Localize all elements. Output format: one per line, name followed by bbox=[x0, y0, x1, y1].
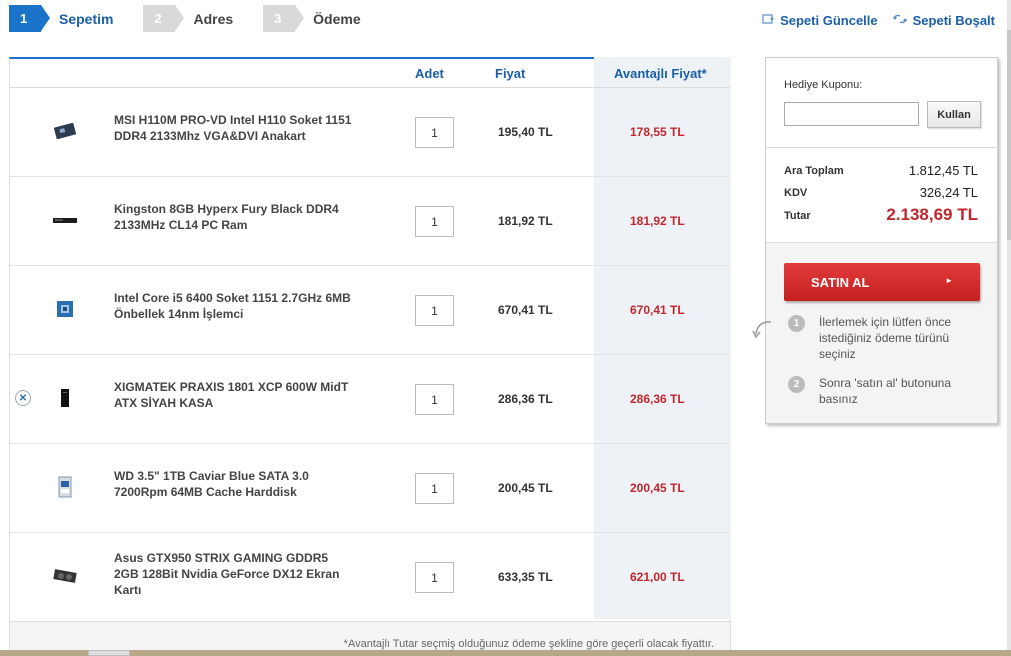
hint-number: 2 bbox=[788, 376, 805, 393]
hint-number: 1 bbox=[788, 315, 805, 332]
quantity-input[interactable] bbox=[415, 562, 454, 593]
subtotal-value: 1.812,45 TL bbox=[908, 163, 978, 178]
product-advantage-price: 670,41 TL bbox=[630, 303, 685, 317]
coupon-label: Hediye Kuponu: bbox=[784, 79, 863, 91]
cart-actions: Sepeti Güncelle Sepeti Boşalt bbox=[762, 13, 995, 28]
graphics-card-icon bbox=[52, 563, 78, 589]
product-name[interactable]: Intel Core i5 6400 Soket 1151 2.7GHz 6MB… bbox=[114, 290, 354, 322]
step-label-payment: Ödeme bbox=[313, 10, 361, 27]
product-price: 200,45 TL bbox=[498, 481, 553, 495]
hint-text: İlerlemek için lütfen önce istediğiniz ö… bbox=[819, 315, 952, 361]
step-address[interactable]: 2 Adres bbox=[143, 5, 233, 32]
step-label-address: Adres bbox=[193, 10, 234, 27]
refresh-icon bbox=[762, 13, 775, 28]
header-price: Fiyat bbox=[495, 66, 526, 81]
empty-cart-icon bbox=[892, 13, 908, 28]
buy-button[interactable]: SATIN AL ► bbox=[784, 263, 980, 301]
empty-cart-link[interactable]: Sepeti Boşalt bbox=[892, 13, 995, 28]
product-name[interactable]: Asus GTX950 STRIX GAMING GDDR5 2GB 128Bi… bbox=[114, 550, 354, 598]
step-number-3: 3 bbox=[263, 5, 305, 32]
bottom-tab[interactable] bbox=[88, 650, 130, 656]
product-advantage-price: 286,36 TL bbox=[630, 392, 685, 406]
curved-arrow-icon bbox=[752, 318, 774, 345]
cart-header: Adet Fiyat Avantajlı Fiyat* bbox=[10, 59, 730, 88]
product-price: 195,40 TL bbox=[498, 125, 553, 139]
table-row: Intel Core i5 6400 Soket 1151 2.7GHz 6MB… bbox=[10, 266, 730, 355]
quantity-input[interactable] bbox=[415, 473, 454, 504]
footnote-text: *Avantajlı Tutar seçmiş olduğunuz ödeme … bbox=[343, 638, 714, 650]
hint-step-2: 2 Sonra 'satın al' butonuna basınız bbox=[788, 375, 978, 407]
step-cart[interactable]: 1 Sepetim bbox=[9, 5, 113, 32]
product-price: 670,41 TL bbox=[498, 303, 553, 317]
subtotal-label: Ara Toplam bbox=[784, 165, 844, 177]
remove-item-button[interactable]: ✕ bbox=[15, 390, 31, 406]
product-name[interactable]: WD 3.5" 1TB Caviar Blue SATA 3.0 7200Rpm… bbox=[114, 468, 354, 500]
header-advantage-price: Avantajlı Fiyat* bbox=[614, 66, 707, 81]
tax-value: 326,24 TL bbox=[919, 185, 978, 200]
quantity-input[interactable] bbox=[415, 206, 454, 237]
ram-icon bbox=[52, 207, 78, 233]
tax-label: KDV bbox=[784, 187, 808, 199]
table-row: MSI H110M PRO-VD Intel H110 Soket 1151 D… bbox=[10, 88, 730, 177]
apply-coupon-button[interactable]: Kullan bbox=[927, 101, 981, 128]
quantity-input[interactable] bbox=[415, 295, 454, 326]
product-name[interactable]: XIGMATEK PRAXIS 1801 XCP 600W MidT ATX S… bbox=[114, 379, 354, 411]
quantity-input[interactable] bbox=[415, 117, 454, 148]
product-advantage-price: 181,92 TL bbox=[630, 214, 685, 228]
header-qty: Adet bbox=[415, 66, 444, 81]
total-value: 2.138,69 TL bbox=[886, 205, 978, 224]
bottom-bar bbox=[0, 650, 1011, 656]
quantity-input[interactable] bbox=[415, 384, 454, 415]
case-icon bbox=[52, 385, 78, 411]
play-arrow-icon: ► bbox=[945, 276, 953, 285]
buy-button-label: SATIN AL bbox=[811, 275, 870, 290]
harddisk-icon bbox=[52, 474, 78, 500]
step-number-2: 2 bbox=[143, 5, 185, 32]
table-row: ✕ XIGMATEK PRAXIS 1801 XCP 600W MidT ATX… bbox=[10, 355, 730, 444]
cpu-icon bbox=[52, 296, 78, 322]
hint-step-1: 1 İlerlemek için lütfen önce istediğiniz… bbox=[788, 314, 978, 362]
divider bbox=[766, 147, 997, 148]
product-price: 633,35 TL bbox=[498, 570, 553, 584]
step-payment[interactable]: 3 Ödeme bbox=[263, 5, 361, 32]
table-row: Kingston 8GB Hyperx Fury Black DDR4 2133… bbox=[10, 177, 730, 266]
divider bbox=[766, 242, 997, 243]
update-cart-label: Sepeti Güncelle bbox=[780, 13, 878, 28]
product-name[interactable]: MSI H110M PRO-VD Intel H110 Soket 1151 D… bbox=[114, 112, 354, 144]
total-label: Tutar bbox=[784, 210, 811, 222]
motherboard-icon bbox=[52, 118, 78, 144]
update-cart-link[interactable]: Sepeti Güncelle bbox=[762, 13, 878, 28]
cart-table: Adet Fiyat Avantajlı Fiyat* MSI H110M PR… bbox=[9, 57, 731, 656]
checkout-steps: 1 Sepetim 2 Adres 3 Ödeme bbox=[9, 5, 391, 32]
table-row: Asus GTX950 STRIX GAMING GDDR5 2GB 128Bi… bbox=[10, 533, 730, 622]
coupon-input[interactable] bbox=[784, 102, 919, 126]
empty-cart-label: Sepeti Boşalt bbox=[912, 13, 995, 28]
step-number-1: 1 bbox=[9, 5, 50, 32]
product-advantage-price: 178,55 TL bbox=[630, 125, 685, 139]
product-advantage-price: 621,00 TL bbox=[630, 570, 685, 584]
order-summary: Hediye Kuponu: Kullan Ara Toplam 1.812,4… bbox=[765, 57, 998, 424]
product-advantage-price: 200,45 TL bbox=[630, 481, 685, 495]
table-row: WD 3.5" 1TB Caviar Blue SATA 3.0 7200Rpm… bbox=[10, 444, 730, 533]
close-icon: ✕ bbox=[18, 392, 28, 404]
product-name[interactable]: Kingston 8GB Hyperx Fury Black DDR4 2133… bbox=[114, 201, 354, 233]
product-price: 286,36 TL bbox=[498, 392, 553, 406]
step-label-cart: Sepetim bbox=[59, 10, 114, 27]
scrollbar-thumb[interactable] bbox=[1007, 30, 1011, 240]
product-price: 181,92 TL bbox=[498, 214, 553, 228]
hint-text: Sonra 'satın al' butonuna basınız bbox=[819, 376, 952, 406]
